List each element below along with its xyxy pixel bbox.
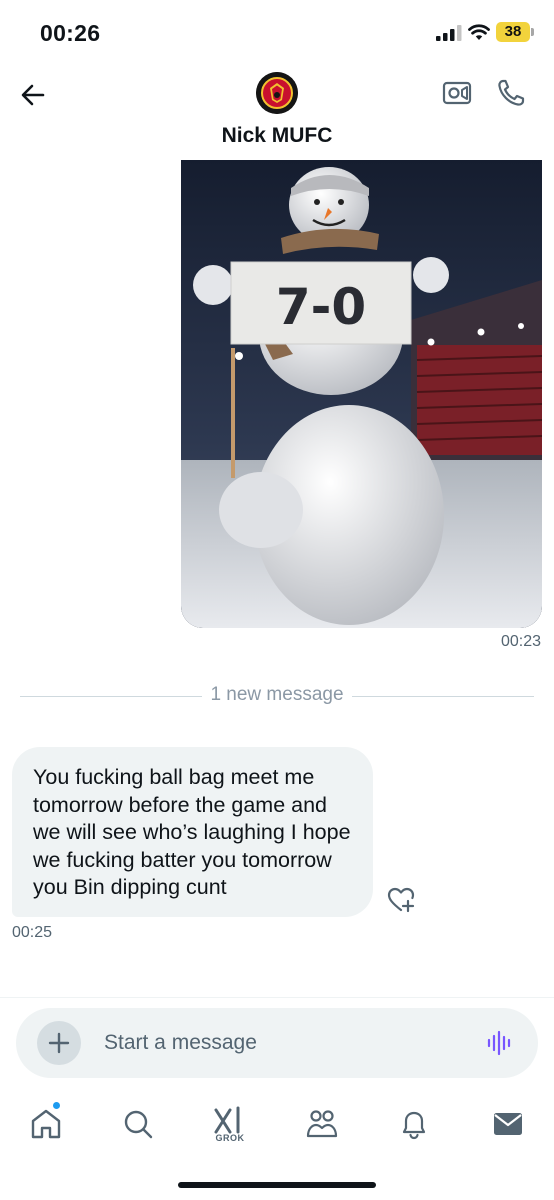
avatar[interactable] bbox=[256, 72, 298, 114]
home-indicator bbox=[178, 1182, 376, 1188]
image-message[interactable]: 7-0 bbox=[181, 160, 542, 628]
communities-icon[interactable] bbox=[300, 1102, 344, 1146]
messages-icon[interactable] bbox=[486, 1102, 530, 1146]
search-icon[interactable] bbox=[116, 1102, 160, 1146]
heart-plus-icon[interactable] bbox=[386, 885, 416, 915]
voice-waveform-icon[interactable] bbox=[486, 1029, 514, 1057]
video-call-icon[interactable] bbox=[442, 80, 472, 106]
message-composer bbox=[16, 1008, 538, 1078]
received-message-bubble[interactable]: You fucking ball bag meet me tomorrow be… bbox=[12, 747, 373, 917]
grok-label: GROK bbox=[215, 1133, 245, 1143]
conversation-header: Nick MUFC bbox=[0, 64, 554, 160]
new-message-divider: 1 new message bbox=[20, 684, 534, 706]
battery-cap bbox=[531, 28, 534, 36]
cellular-signal-icon bbox=[436, 25, 462, 41]
message-text: You fucking ball bag meet me tomorrow be… bbox=[33, 765, 351, 899]
add-attachment-button[interactable] bbox=[37, 1021, 81, 1065]
message-input[interactable] bbox=[104, 1030, 444, 1056]
sign-score: 7-0 bbox=[276, 278, 366, 336]
back-arrow-icon[interactable] bbox=[16, 78, 50, 112]
home-unread-dot bbox=[53, 1102, 60, 1109]
status-time: 00:26 bbox=[40, 20, 101, 46]
contact-name[interactable]: Nick MUFC bbox=[0, 124, 554, 148]
new-message-label: 1 new message bbox=[202, 684, 352, 705]
wifi-icon bbox=[468, 24, 490, 40]
bottom-navigation bbox=[0, 1090, 554, 1160]
plus-icon bbox=[48, 1032, 70, 1054]
image-message-timestamp: 00:23 bbox=[500, 633, 541, 650]
composer-separator bbox=[0, 997, 554, 998]
phone-icon[interactable] bbox=[496, 78, 526, 108]
snowman-photo: 7-0 bbox=[181, 160, 542, 628]
club-crest-icon bbox=[256, 72, 298, 114]
text-message-timestamp: 00:25 bbox=[12, 924, 53, 941]
notifications-icon[interactable] bbox=[392, 1102, 436, 1146]
status-bar: 00:26 38 bbox=[0, 0, 554, 64]
battery-indicator: 38 bbox=[496, 22, 530, 42]
home-icon[interactable] bbox=[24, 1102, 68, 1146]
